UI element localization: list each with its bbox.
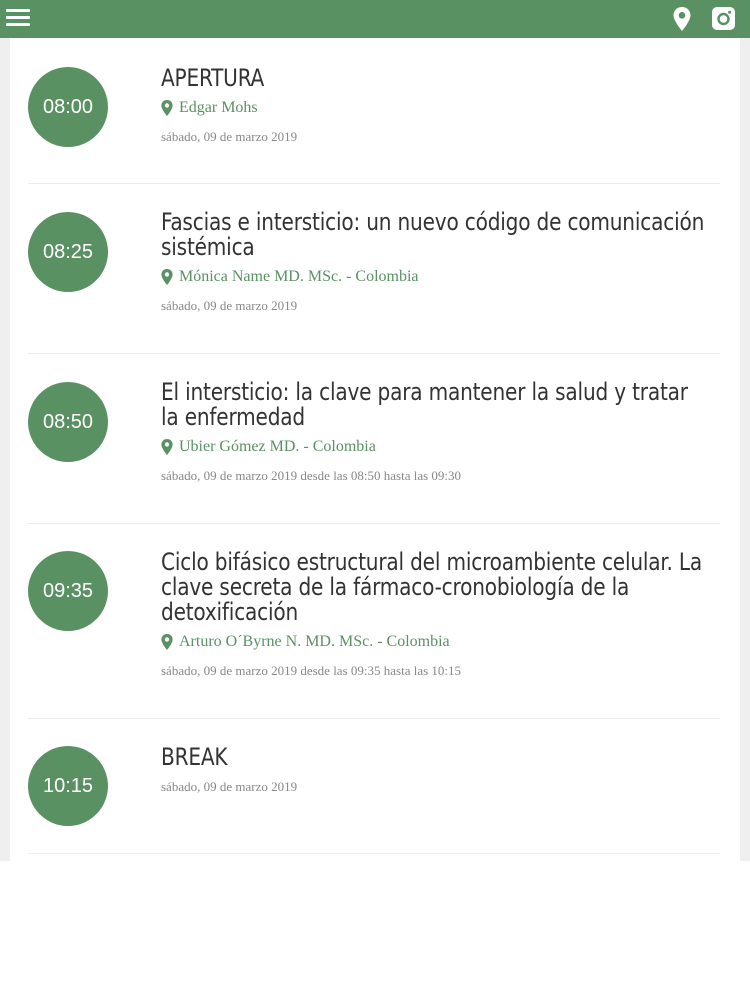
time-badge: 08:00 <box>28 67 108 147</box>
time-badge: 10:15 <box>28 746 108 826</box>
speaker-row[interactable]: Ubier Gómez MD. - Colombia <box>161 437 713 457</box>
session-title-line: Ciclo bifásico estructural del microambi… <box>161 548 702 576</box>
session-title-line: Fascias e intersticio: un nuevo código d… <box>161 208 705 236</box>
session-content: El intersticio: la clave para mantener l… <box>161 380 713 484</box>
menu-bar-line <box>6 23 30 26</box>
session-title-line: sistémica <box>161 233 255 261</box>
schedule-item[interactable]: 08:25 Fascias e intersticio: un nuevo có… <box>28 184 720 354</box>
schedule-item[interactable]: 09:35 Ciclo bifásico estructural del mic… <box>28 524 720 719</box>
session-title-line: la enfermedad <box>161 403 305 431</box>
schedule-list: 08:00 APERTURA Edgar Mohs sábado, 09 de … <box>28 38 720 854</box>
speaker-row[interactable]: Mónica Name MD. MSc. - Colombia <box>161 267 713 287</box>
hamburger-menu-icon[interactable] <box>6 8 30 28</box>
time-badge: 08:25 <box>28 212 108 292</box>
instagram-icon[interactable] <box>712 7 735 30</box>
session-title-line: detoxificación <box>161 598 299 626</box>
schedule-item[interactable]: 08:50 El intersticio: la clave para mant… <box>28 354 720 524</box>
speaker-row[interactable]: Edgar Mohs <box>161 98 713 118</box>
session-date: sábado, 09 de marzo 2019 <box>161 129 298 144</box>
session-date: sábado, 09 de marzo 2019 desde las 08:50… <box>161 468 462 483</box>
time-badge: 09:35 <box>28 551 108 631</box>
session-date: sábado, 09 de marzo 2019 <box>161 298 298 313</box>
session-content: APERTURA Edgar Mohs sábado, 09 de marzo … <box>161 66 713 145</box>
map-pin-icon <box>161 100 173 116</box>
speaker-name[interactable]: Mónica Name MD. MSc. - Colombia <box>179 268 419 286</box>
speaker-name[interactable]: Edgar Mohs <box>179 99 258 117</box>
map-pin-icon <box>161 634 173 650</box>
time-badge: 08:50 <box>28 382 108 462</box>
session-date: sábado, 09 de marzo 2019 desde las 09:35… <box>161 663 462 678</box>
session-title: APERTURA <box>161 64 265 92</box>
menu-bar-line <box>6 9 30 12</box>
schedule-item[interactable]: 08:00 APERTURA Edgar Mohs sábado, 09 de … <box>28 38 720 184</box>
map-pin-icon[interactable] <box>673 7 691 31</box>
session-content: Ciclo bifásico estructural del microambi… <box>161 550 713 679</box>
top-app-bar <box>0 0 750 38</box>
schedule-item[interactable]: 10:15 BREAK sábado, 09 de marzo 2019 <box>28 719 720 854</box>
session-date: sábado, 09 de marzo 2019 <box>161 779 298 794</box>
speaker-row[interactable]: Arturo O´Byrne N. MD. MSc. - Colombia <box>161 632 713 652</box>
session-content: BREAK sábado, 09 de marzo 2019 <box>161 745 713 795</box>
speaker-name[interactable]: Arturo O´Byrne N. MD. MSc. - Colombia <box>179 633 450 651</box>
speaker-name[interactable]: Ubier Gómez MD. - Colombia <box>179 438 376 456</box>
schedule-panel: 08:00 APERTURA Edgar Mohs sábado, 09 de … <box>10 38 740 861</box>
schedule-page: 08:00 APERTURA Edgar Mohs sábado, 09 de … <box>0 38 750 861</box>
session-title: BREAK <box>161 743 228 771</box>
map-pin-icon <box>161 439 173 455</box>
session-title-line: El intersticio: la clave para mantener l… <box>161 378 688 406</box>
menu-bar-line <box>6 16 30 19</box>
session-content: Fascias e intersticio: un nuevo código d… <box>161 210 713 314</box>
session-title-line: clave secreta de la fármaco-cronobiologí… <box>161 573 630 601</box>
map-pin-icon <box>161 269 173 285</box>
